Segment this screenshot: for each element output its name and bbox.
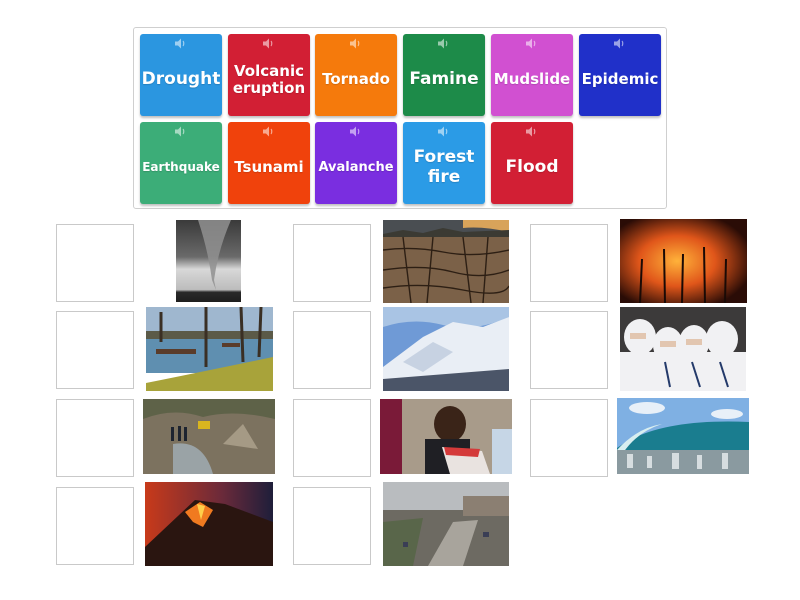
- speaker-icon[interactable]: [174, 126, 188, 137]
- tile-label: Famine: [409, 69, 479, 90]
- tile-drought[interactable]: Drought: [140, 34, 222, 116]
- tile-label: Avalanche: [318, 159, 394, 175]
- tsunami-photo: [617, 398, 749, 474]
- speaker-icon[interactable]: [349, 126, 363, 137]
- volcanic-eruption-photo: [145, 482, 273, 566]
- tile-label: Drought: [141, 69, 221, 90]
- forest-fire-photo: [620, 219, 747, 303]
- drop-slot[interactable]: [530, 224, 608, 302]
- drop-slot[interactable]: [293, 487, 371, 565]
- tile-mudslide[interactable]: Mudslide: [491, 34, 573, 116]
- tile-label: Epidemic: [581, 70, 659, 89]
- speaker-icon[interactable]: [437, 126, 451, 137]
- tile-famine[interactable]: Famine: [403, 34, 485, 116]
- drop-slot[interactable]: [530, 399, 608, 477]
- drop-slot[interactable]: [56, 399, 134, 477]
- speaker-icon[interactable]: [437, 38, 451, 49]
- speaker-icon[interactable]: [174, 38, 188, 49]
- speaker-icon[interactable]: [613, 38, 627, 49]
- speaker-icon[interactable]: [262, 126, 276, 137]
- tile-flood[interactable]: Flood: [491, 122, 573, 204]
- tile-label: Tornado: [322, 70, 390, 89]
- drop-slot[interactable]: [293, 311, 371, 389]
- tile-label: Tsunami: [234, 158, 304, 177]
- tile-tornado[interactable]: Tornado: [315, 34, 397, 116]
- tile-tsunami[interactable]: Tsunami: [228, 122, 310, 204]
- drop-slot[interactable]: [56, 487, 134, 565]
- speaker-icon[interactable]: [349, 38, 363, 49]
- drop-slot[interactable]: [293, 399, 371, 477]
- avalanche-photo: [383, 307, 509, 391]
- drop-slot[interactable]: [530, 311, 608, 389]
- flood-photo: [146, 307, 273, 391]
- drop-slot[interactable]: [293, 224, 371, 302]
- tile-volcanic-eruption[interactable]: Volcanic eruption: [228, 34, 310, 116]
- drop-slot[interactable]: [56, 224, 134, 302]
- word-bank: Drought Volcanic eruption Tornado Famine…: [133, 27, 667, 209]
- epidemic-photo: [620, 307, 746, 391]
- earthquake-photo: [383, 482, 509, 566]
- tile-forest-fire[interactable]: Forest fire: [403, 122, 485, 204]
- tile-avalanche[interactable]: Avalanche: [315, 122, 397, 204]
- tile-earthquake[interactable]: Earthquake: [140, 122, 222, 204]
- mudslide-photo: [143, 399, 275, 474]
- tornado-photo: [176, 220, 241, 302]
- famine-photo: [380, 399, 512, 474]
- tile-epidemic[interactable]: Epidemic: [579, 34, 661, 116]
- drought-photo: [383, 220, 509, 303]
- tile-label: Earthquake: [142, 160, 220, 175]
- speaker-icon[interactable]: [262, 38, 276, 49]
- drop-slot[interactable]: [56, 311, 134, 389]
- tile-label: Forest fire: [413, 147, 475, 187]
- tile-label: Mudslide: [493, 70, 571, 89]
- tile-label: Volcanic eruption: [232, 61, 306, 97]
- speaker-icon[interactable]: [525, 38, 539, 49]
- speaker-icon[interactable]: [525, 126, 539, 137]
- tile-label: Flood: [505, 157, 559, 178]
